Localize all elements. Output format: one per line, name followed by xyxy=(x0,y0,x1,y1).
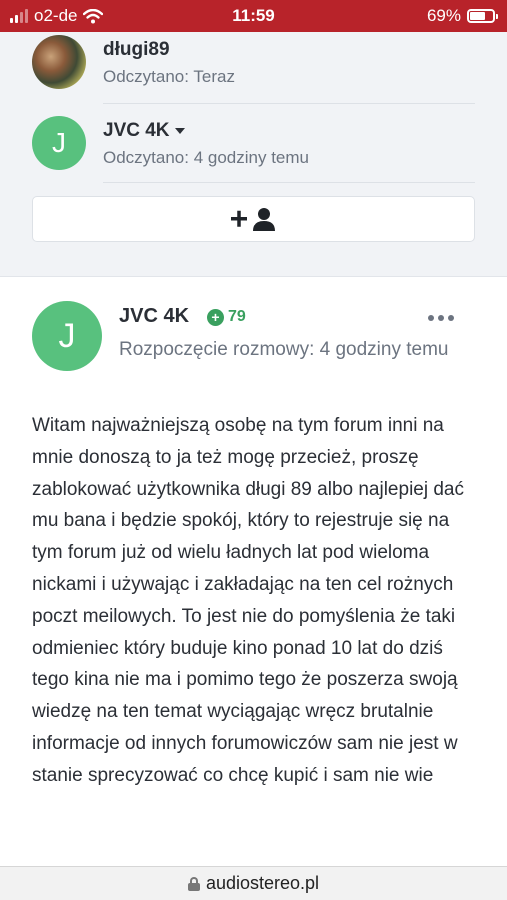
participant-read-status: Odczytano: Teraz xyxy=(103,67,235,86)
status-bar: o2-de 11:59 69% xyxy=(0,0,507,32)
avatar[interactable] xyxy=(32,35,86,89)
message-meta: Rozpoczęcie rozmowy: 4 godziny temu xyxy=(119,339,449,360)
avatar[interactable]: J xyxy=(32,116,86,170)
divider xyxy=(103,182,475,183)
avatar[interactable]: J xyxy=(32,301,102,371)
caret-down-icon[interactable] xyxy=(174,127,185,134)
participant-read-status: Odczytano: 4 godziny temu xyxy=(103,148,310,167)
participant-name[interactable]: JVC 4K xyxy=(103,120,185,142)
author-name[interactable]: JVC 4K xyxy=(119,305,189,328)
more-options-icon[interactable] xyxy=(428,315,454,321)
participant-row[interactable]: długi89 Odczytano: Teraz xyxy=(32,35,475,105)
add-participant-button[interactable] xyxy=(32,196,475,242)
reputation-badge: + 79 xyxy=(207,308,246,326)
lock-icon xyxy=(187,876,200,891)
add-user-icon xyxy=(230,208,275,231)
reputation-count: 79 xyxy=(228,308,246,325)
message-body: Witam najważniejszą osobę na tym forum i… xyxy=(32,415,464,786)
battery-icon xyxy=(467,9,498,23)
participant-row[interactable]: J JVC 4K Odczytano: 4 godziny temu xyxy=(32,116,475,186)
url-domain: audiostereo.pl xyxy=(205,873,320,893)
participant-name[interactable]: długi89 xyxy=(103,39,170,61)
participants-panel: długi89 Odczytano: Teraz J JVC 4K Odczyt… xyxy=(0,32,507,272)
message-card: J JVC 4K + 79 Rozpoczęcie rozmowy: 4 god… xyxy=(0,276,507,866)
divider xyxy=(103,103,475,104)
plus-icon: + xyxy=(207,308,224,326)
url-bar[interactable]: audiostereo.pl xyxy=(0,866,507,900)
battery-percent: 69% xyxy=(426,6,461,25)
